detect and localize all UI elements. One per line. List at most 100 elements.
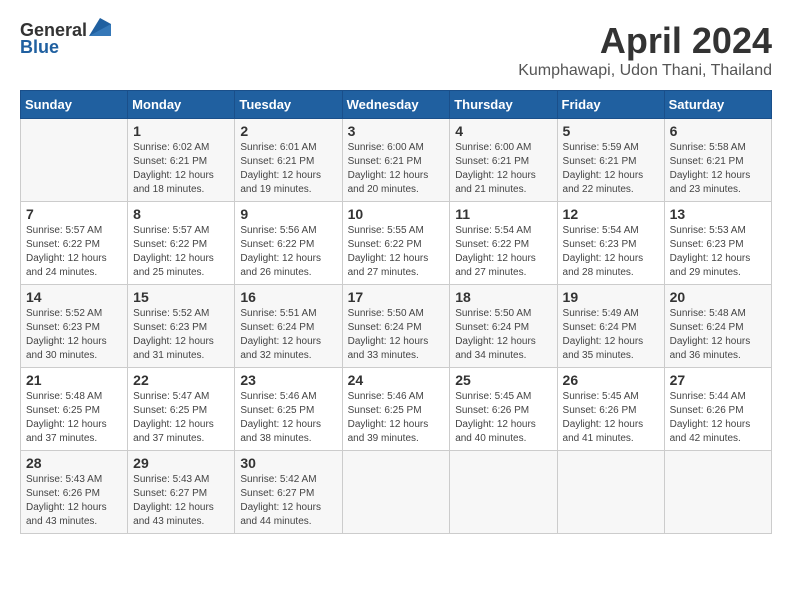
day-number: 4 [455, 123, 551, 139]
calendar-table: SundayMondayTuesdayWednesdayThursdayFrid… [20, 90, 772, 534]
calendar-cell: 21Sunrise: 5:48 AMSunset: 6:25 PMDayligh… [21, 368, 128, 451]
calendar-week-0: 1 Sunrise: 6:02 AMSunset: 6:21 PMDaylight… [21, 119, 772, 202]
title-area: April 2024 Kumphawapi, Udon Thani, Thail… [518, 20, 772, 80]
calendar-cell: 5 Sunrise: 5:59 AMSunset: 6:21 PMDaylight… [557, 119, 664, 202]
day-info: Sunrise: 6:01 AMSunset: 6:21 PMDaylight:… [240, 141, 336, 197]
calendar-cell: 25 Sunrise: 5:45 AMSunset: 6:26 PMDayligh… [450, 368, 557, 451]
day-info: Sunrise: 5:50 AMSunset: 6:24 PMDaylight:… [455, 307, 551, 363]
day-info: Sunrise: 5:43 AMSunset: 6:26 PMDaylight:… [26, 473, 122, 529]
calendar-cell: 3Sunrise: 6:00 AMSunset: 6:21 PMDaylight… [342, 119, 450, 202]
calendar-cell: 4 Sunrise: 6:00 AMSunset: 6:21 PMDaylight… [450, 119, 557, 202]
day-info: Sunrise: 5:54 AMSunset: 6:23 PMDaylight:… [563, 224, 659, 280]
calendar-cell: 11 Sunrise: 5:54 AMSunset: 6:22 PMDayligh… [450, 202, 557, 285]
calendar-cell [21, 119, 128, 202]
day-number: 22 [133, 372, 229, 388]
calendar-header-row: SundayMondayTuesdayWednesdayThursdayFrid… [21, 91, 772, 119]
calendar-cell: 29 Sunrise: 5:43 AMSunset: 6:27 PMDayligh… [128, 451, 235, 534]
calendar-cell: 19 Sunrise: 5:49 AMSunset: 6:24 PMDayligh… [557, 285, 664, 368]
day-info: Sunrise: 5:57 AMSunset: 6:22 PMDaylight:… [133, 224, 229, 280]
calendar-cell: 30 Sunrise: 5:42 AMSunset: 6:27 PMDayligh… [235, 451, 342, 534]
day-info: Sunrise: 5:50 AMSunset: 6:24 PMDaylight:… [348, 307, 445, 363]
day-info: Sunrise: 5:49 AMSunset: 6:24 PMDaylight:… [563, 307, 659, 363]
header-thursday: Thursday [450, 91, 557, 119]
day-info: Sunrise: 5:46 AMSunset: 6:25 PMDaylight:… [348, 390, 445, 446]
day-info: Sunrise: 5:43 AMSunset: 6:27 PMDaylight:… [133, 473, 229, 529]
calendar-cell: 17 Sunrise: 5:50 AMSunset: 6:24 PMDayligh… [342, 285, 450, 368]
calendar-body: 1 Sunrise: 6:02 AMSunset: 6:21 PMDaylight… [21, 119, 772, 534]
calendar-cell: 13Sunrise: 5:53 AMSunset: 6:23 PMDayligh… [664, 202, 771, 285]
calendar-cell [342, 451, 450, 534]
calendar-cell: 20 Sunrise: 5:48 AMSunset: 6:24 PMDayligh… [664, 285, 771, 368]
day-number: 26 [563, 372, 659, 388]
calendar-cell: 10 Sunrise: 5:55 AMSunset: 6:22 PMDayligh… [342, 202, 450, 285]
day-number: 15 [133, 289, 229, 305]
day-number: 16 [240, 289, 336, 305]
day-number: 3 [348, 123, 445, 139]
calendar-cell: 15Sunrise: 5:52 AMSunset: 6:23 PMDayligh… [128, 285, 235, 368]
day-info: Sunrise: 5:47 AMSunset: 6:25 PMDaylight:… [133, 390, 229, 446]
day-info: Sunrise: 5:57 AMSunset: 6:22 PMDaylight:… [26, 224, 122, 280]
day-number: 6 [670, 123, 766, 139]
day-info: Sunrise: 5:45 AMSunset: 6:26 PMDaylight:… [563, 390, 659, 446]
day-number: 25 [455, 372, 551, 388]
calendar-cell: 12 Sunrise: 5:54 AMSunset: 6:23 PMDayligh… [557, 202, 664, 285]
day-number: 30 [240, 455, 336, 471]
calendar-cell: 6Sunrise: 5:58 AMSunset: 6:21 PMDaylight… [664, 119, 771, 202]
day-info: Sunrise: 5:55 AMSunset: 6:22 PMDaylight:… [348, 224, 445, 280]
logo: General Blue [20, 20, 111, 58]
location-title: Kumphawapi, Udon Thani, Thailand [518, 62, 772, 80]
header-saturday: Saturday [664, 91, 771, 119]
calendar-cell: 7 Sunrise: 5:57 AMSunset: 6:22 PMDaylight… [21, 202, 128, 285]
day-info: Sunrise: 5:48 AMSunset: 6:25 PMDaylight:… [26, 390, 122, 446]
day-number: 10 [348, 206, 445, 222]
header-friday: Friday [557, 91, 664, 119]
day-number: 5 [563, 123, 659, 139]
day-number: 28 [26, 455, 122, 471]
header-tuesday: Tuesday [235, 91, 342, 119]
day-info: Sunrise: 5:45 AMSunset: 6:26 PMDaylight:… [455, 390, 551, 446]
day-info: Sunrise: 5:51 AMSunset: 6:24 PMDaylight:… [240, 307, 336, 363]
calendar-cell: 18 Sunrise: 5:50 AMSunset: 6:24 PMDayligh… [450, 285, 557, 368]
day-number: 24 [348, 372, 445, 388]
page-header: General Blue April 2024 Kumphawapi, Udon… [20, 20, 772, 80]
calendar-cell [557, 451, 664, 534]
calendar-cell: 28 Sunrise: 5:43 AMSunset: 6:26 PMDayligh… [21, 451, 128, 534]
day-number: 2 [240, 123, 336, 139]
header-monday: Monday [128, 91, 235, 119]
calendar-week-2: 14Sunrise: 5:52 AMSunset: 6:23 PMDayligh… [21, 285, 772, 368]
calendar-cell: 14Sunrise: 5:52 AMSunset: 6:23 PMDayligh… [21, 285, 128, 368]
day-number: 14 [26, 289, 122, 305]
calendar-week-1: 7 Sunrise: 5:57 AMSunset: 6:22 PMDaylight… [21, 202, 772, 285]
day-number: 19 [563, 289, 659, 305]
day-number: 8 [133, 206, 229, 222]
day-number: 11 [455, 206, 551, 222]
logo-blue-text: Blue [20, 37, 59, 58]
calendar-cell: 2 Sunrise: 6:01 AMSunset: 6:21 PMDaylight… [235, 119, 342, 202]
day-number: 1 [133, 123, 229, 139]
calendar-cell: 23Sunrise: 5:46 AMSunset: 6:25 PMDayligh… [235, 368, 342, 451]
day-info: Sunrise: 5:56 AMSunset: 6:22 PMDaylight:… [240, 224, 336, 280]
calendar-cell: 22 Sunrise: 5:47 AMSunset: 6:25 PMDayligh… [128, 368, 235, 451]
day-info: Sunrise: 5:48 AMSunset: 6:24 PMDaylight:… [670, 307, 766, 363]
day-number: 17 [348, 289, 445, 305]
day-info: Sunrise: 5:59 AMSunset: 6:21 PMDaylight:… [563, 141, 659, 197]
month-title: April 2024 [518, 20, 772, 62]
day-info: Sunrise: 5:53 AMSunset: 6:23 PMDaylight:… [670, 224, 766, 280]
calendar-cell [664, 451, 771, 534]
day-number: 7 [26, 206, 122, 222]
calendar-cell [450, 451, 557, 534]
day-number: 29 [133, 455, 229, 471]
day-number: 18 [455, 289, 551, 305]
day-info: Sunrise: 5:54 AMSunset: 6:22 PMDaylight:… [455, 224, 551, 280]
day-info: Sunrise: 5:42 AMSunset: 6:27 PMDaylight:… [240, 473, 336, 529]
calendar-week-4: 28 Sunrise: 5:43 AMSunset: 6:26 PMDayligh… [21, 451, 772, 534]
header-sunday: Sunday [21, 91, 128, 119]
header-wednesday: Wednesday [342, 91, 450, 119]
day-number: 12 [563, 206, 659, 222]
day-number: 23 [240, 372, 336, 388]
logo-icon [89, 18, 111, 36]
day-info: Sunrise: 6:00 AMSunset: 6:21 PMDaylight:… [455, 141, 551, 197]
day-number: 20 [670, 289, 766, 305]
calendar-cell: 1 Sunrise: 6:02 AMSunset: 6:21 PMDaylight… [128, 119, 235, 202]
day-info: Sunrise: 6:02 AMSunset: 6:21 PMDaylight:… [133, 141, 229, 197]
